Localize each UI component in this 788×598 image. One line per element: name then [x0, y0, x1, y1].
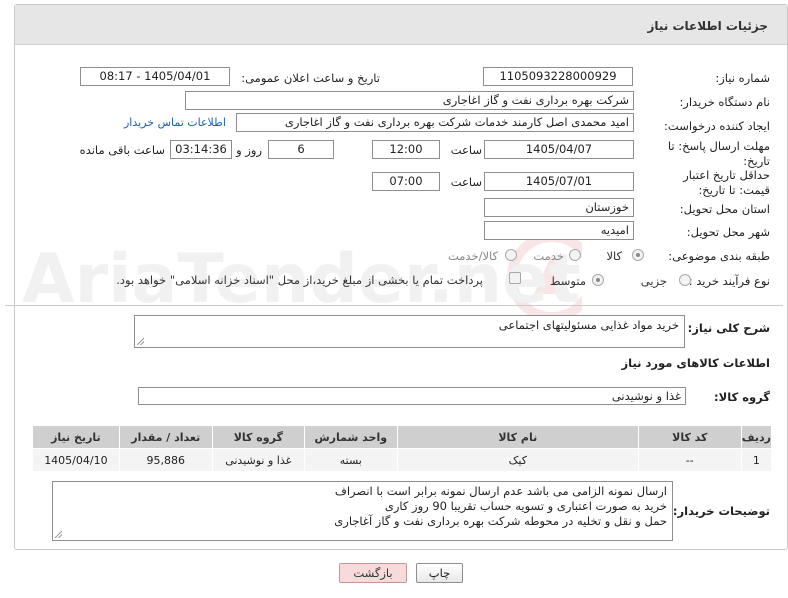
back-button[interactable]: بازگشت	[339, 563, 407, 583]
city-field: امیدیه	[484, 221, 634, 240]
deadline-time-field: 12:00	[372, 140, 440, 159]
cell-unit: بسته	[303, 448, 398, 472]
cell-need-date: 1405/04/10	[32, 448, 120, 472]
treasury-payment-note: پرداخت تمام یا بخشی از مبلغ خرید،از محل …	[116, 273, 483, 287]
panel-header: جزئیات اطلاعات نیاز	[15, 5, 787, 45]
province-label: استان محل تحویل:	[679, 202, 770, 216]
creator-field: امید محمدی اصل کارمند خدمات شرکت بهره بر…	[236, 113, 634, 132]
buyer-org-field: شرکت بهره برداری نفت و گاز اغاجاری	[185, 91, 634, 110]
table-header-row: ردیف کد کالا نام کالا واحد شمارش گروه کا…	[32, 425, 773, 449]
buyer-contact-link[interactable]: اطلاعات تماس خریدار	[124, 116, 226, 129]
need-number-field: 1105093228000929	[483, 67, 633, 86]
print-button[interactable]: چاپ	[416, 563, 463, 583]
col-header-quantity: تعداد / مقدار	[118, 425, 213, 449]
price-valid-label: حداقل تاریخ اعتبار قیمت: تا تاریخ:	[683, 168, 770, 197]
days-label: روز و	[236, 143, 262, 157]
col-header-row-number: ردیف	[740, 425, 773, 449]
buyer-org-label: نام دستگاه خریدار:	[679, 95, 770, 109]
category-option-service: خدمت	[533, 249, 564, 263]
process-radio-minor[interactable]	[679, 274, 691, 286]
process-label: نوع فرآیند خرید :	[688, 274, 770, 288]
category-option-goods-service: کالا/خدمت	[447, 249, 498, 263]
col-header-unit: واحد شمارش	[303, 425, 398, 449]
resize-grip-icon[interactable]	[55, 531, 62, 538]
buyer-notes-line: ارسال نمونه الزامی می باشد عدم ارسال نمو…	[334, 484, 667, 498]
time-remaining-field: 03:14:36	[170, 140, 232, 159]
need-description-label: شرح کلی نیاز:	[687, 321, 770, 335]
goods-group-label: گروه کالا:	[714, 390, 770, 404]
announce-date-field: 1405/04/01 - 08:17	[80, 67, 230, 86]
col-header-goods-group: گروه کالا	[211, 425, 305, 449]
price-valid-date-field: 1405/07/01	[484, 172, 634, 191]
panel-title: جزئیات اطلاعات نیاز	[647, 19, 768, 33]
price-valid-time-field: 07:00	[372, 172, 440, 191]
need-number-label: شماره نیاز:	[715, 71, 770, 85]
need-description-field[interactable]: خرید مواد غذایی مسئولیتهای اجتماعی	[134, 315, 685, 348]
deadline-time-label: ساعت	[450, 143, 482, 157]
announce-date-label: تاریخ و ساعت اعلان عمومی:	[241, 71, 380, 85]
goods-info-title: اطلاعات کالاهای مورد نیاز	[621, 356, 770, 370]
col-header-goods-name: نام کالا	[396, 425, 639, 449]
process-option-medium: متوسط	[549, 274, 586, 288]
category-radio-service[interactable]	[569, 249, 581, 261]
treasury-payment-checkbox[interactable]	[509, 272, 521, 284]
cell-goods-name: کیک	[396, 448, 639, 472]
process-option-minor: جزیی	[640, 274, 667, 288]
cell-quantity: 95,886	[118, 448, 213, 472]
cell-row-number: 1	[740, 448, 773, 472]
goods-table: ردیف کد کالا نام کالا واحد شمارش گروه کا…	[32, 425, 773, 472]
section-divider	[5, 305, 783, 306]
resize-grip-icon[interactable]	[137, 338, 144, 345]
cell-goods-code: --	[637, 448, 742, 472]
table-row[interactable]: 1 -- کیک بسته غذا و نوشیدنی 95,886 1405/…	[32, 448, 773, 472]
cell-goods-group: غذا و نوشیدنی	[211, 448, 305, 472]
buyer-notes-field[interactable]: ارسال نمونه الزامی می باشد عدم ارسال نمو…	[52, 481, 673, 541]
province-field: خوزستان	[484, 198, 634, 217]
category-label: طبقه بندی موضوعی:	[668, 249, 770, 263]
city-label: شهر محل تحویل:	[686, 225, 770, 239]
deadline-date-field: 1405/04/07	[484, 140, 634, 159]
category-radio-goods-service[interactable]	[505, 249, 517, 261]
creator-label: ایجاد کننده درخواست:	[664, 119, 770, 133]
process-radio-medium[interactable]	[592, 274, 604, 286]
category-option-goods: کالا	[606, 249, 622, 263]
col-header-need-date: تاریخ نیاز	[32, 425, 120, 449]
col-header-goods-code: کد کالا	[637, 425, 742, 449]
category-radio-goods[interactable]	[632, 249, 644, 261]
price-valid-time-label: ساعت	[450, 175, 482, 189]
goods-group-field: غذا و نوشیدنی	[138, 387, 686, 405]
buyer-notes-line: حمل و نقل و تخلیه در محوطه شرکت بهره برد…	[334, 514, 667, 528]
need-description-text: خرید مواد غذایی مسئولیتهای اجتماعی	[498, 318, 679, 332]
buyer-notes-line: خرید به صورت اعتباری و تسویه حساب تقریبا…	[384, 499, 667, 513]
deadline-label: مهلت ارسال پاسخ: تا تاریخ:	[667, 139, 770, 168]
days-remaining-field: 6	[268, 140, 334, 159]
time-remaining-label: ساعت باقی مانده	[79, 143, 165, 157]
buyer-notes-label: توضیحات خریدار:	[672, 504, 770, 518]
